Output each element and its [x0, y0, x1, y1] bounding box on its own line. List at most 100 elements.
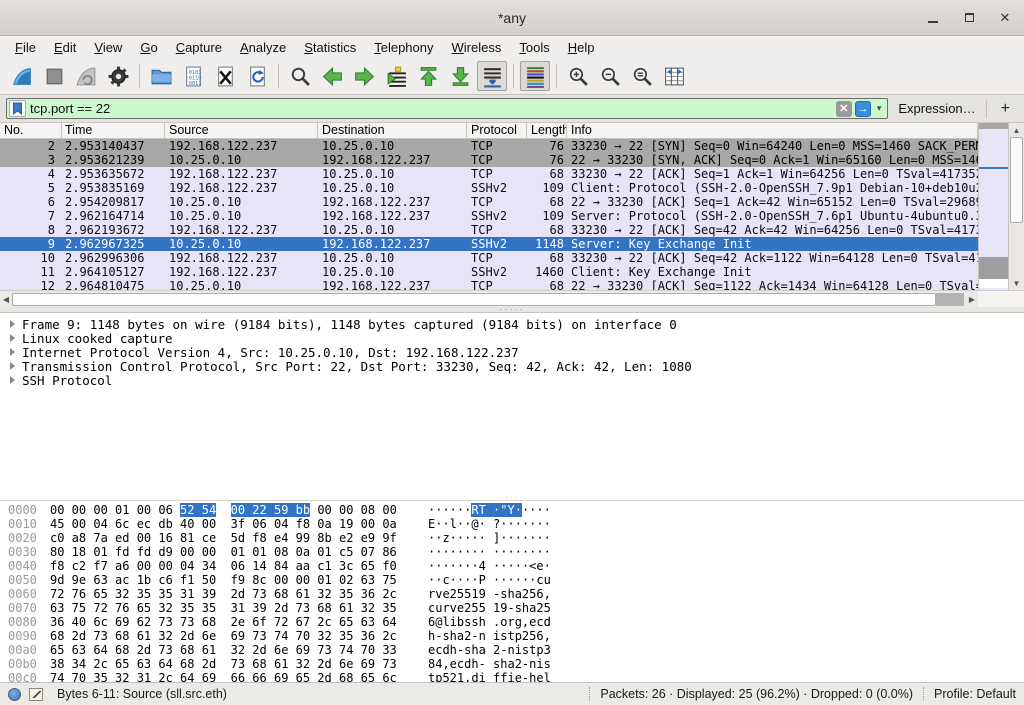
filter-dropdown-caret[interactable]: ▾: [877, 103, 882, 114]
colorize-button[interactable]: [520, 61, 550, 91]
start-capture-button[interactable]: [7, 61, 37, 91]
hex-row[interactable]: 003080 18 01 fd fd d9 00 00 01 01 08 0a …: [8, 545, 1024, 559]
menu-file[interactable]: File: [6, 38, 45, 57]
column-header-proto[interactable]: Protocol: [467, 123, 527, 138]
display-filter-input[interactable]: [30, 101, 833, 116]
packet-row[interactable]: 82.962193672192.168.122.23710.25.0.10TCP…: [0, 223, 978, 237]
column-header-info[interactable]: Info: [567, 123, 978, 138]
menu-edit[interactable]: Edit: [45, 38, 85, 57]
zoom-in-button[interactable]: [563, 61, 593, 91]
hex-row[interactable]: 00c074 70 35 32 31 2c 64 69 66 66 69 65 …: [8, 671, 1024, 682]
reload-file-icon: [246, 65, 269, 88]
filter-apply-button[interactable]: →: [855, 101, 871, 117]
profile-text[interactable]: Profile: Default: [934, 687, 1016, 701]
stop-capture-button[interactable]: [39, 61, 69, 91]
go-last-button[interactable]: [445, 61, 475, 91]
column-header-len[interactable]: Length: [527, 123, 567, 138]
menu-statistics[interactable]: Statistics: [295, 38, 365, 57]
close-button[interactable]: ✕: [994, 7, 1016, 29]
filter-clear-button[interactable]: ✕: [836, 101, 852, 117]
go-to-packet-button[interactable]: [381, 61, 411, 91]
packet-row[interactable]: 32.95362123910.25.0.10192.168.122.237TCP…: [0, 153, 978, 167]
menu-capture[interactable]: Capture: [167, 38, 231, 57]
hex-row[interactable]: 006072 76 65 32 35 35 31 39 2d 73 68 61 …: [8, 587, 1024, 601]
expression-button[interactable]: Expression…: [894, 101, 979, 116]
expand-triangle-icon[interactable]: [10, 362, 15, 370]
capture-comment-icon[interactable]: [29, 688, 43, 701]
detail-row[interactable]: SSH Protocol: [6, 373, 1024, 387]
detail-row[interactable]: Frame 9: 1148 bytes on wire (9184 bits),…: [6, 317, 1024, 331]
close-file-button[interactable]: [210, 61, 240, 91]
hex-row[interactable]: 00b038 34 2c 65 63 64 68 2d 73 68 61 32 …: [8, 657, 1024, 671]
expand-triangle-icon[interactable]: [10, 376, 15, 384]
packet-row[interactable]: 112.964105127192.168.122.23710.25.0.10SS…: [0, 265, 978, 279]
find-packet-button[interactable]: [285, 61, 315, 91]
horizontal-scrollbar[interactable]: ◀ ▶: [0, 290, 978, 307]
capture-options-button[interactable]: [103, 61, 133, 91]
filter-bookmark-button[interactable]: [9, 100, 26, 117]
menu-analyze[interactable]: Analyze: [231, 38, 295, 57]
minimize-button[interactable]: [922, 7, 944, 29]
column-header-src[interactable]: Source: [165, 123, 318, 138]
menu-telephony[interactable]: Telephony: [365, 38, 442, 57]
expand-triangle-icon[interactable]: [10, 348, 15, 356]
menu-tools[interactable]: Tools: [510, 38, 558, 57]
column-header-time[interactable]: Time: [62, 123, 165, 138]
restart-capture-button[interactable]: [71, 61, 101, 91]
auto-scroll-button[interactable]: [477, 61, 507, 91]
packet-row[interactable]: 92.96296732510.25.0.10192.168.122.237SSH…: [0, 237, 978, 251]
packet-row[interactable]: 122.96481047510.25.0.10192.168.122.237TC…: [0, 279, 978, 290]
packet-row[interactable]: 62.95420981710.25.0.10192.168.122.237TCP…: [0, 195, 978, 209]
expert-info-icon[interactable]: [8, 688, 21, 701]
scroll-right-arrow-icon[interactable]: ▶: [966, 291, 978, 307]
hex-row[interactable]: 009068 2d 73 68 61 32 2d 6e 69 73 74 70 …: [8, 629, 1024, 643]
detail-row[interactable]: Linux cooked capture: [6, 331, 1024, 345]
scroll-left-arrow-icon[interactable]: ◀: [0, 291, 12, 307]
menu-view[interactable]: View: [85, 38, 131, 57]
packet-row[interactable]: 42.953635672192.168.122.23710.25.0.10TCP…: [0, 167, 978, 181]
scroll-down-arrow-icon[interactable]: ▼: [1009, 276, 1024, 290]
column-header-dst[interactable]: Destination: [318, 123, 467, 138]
resize-columns-button[interactable]: [659, 61, 689, 91]
window-title: *any: [0, 10, 1024, 26]
menu-go[interactable]: Go: [131, 38, 166, 57]
vertical-scrollbar-thumb[interactable]: [1010, 137, 1023, 223]
detail-row[interactable]: Internet Protocol Version 4, Src: 10.25.…: [6, 345, 1024, 359]
vertical-scrollbar[interactable]: ▲ ▼: [1008, 123, 1024, 290]
column-header-no[interactable]: No.: [0, 123, 62, 138]
expand-triangle-icon[interactable]: [10, 320, 15, 328]
hex-row[interactable]: 0020c0 a8 7a ed 00 16 81 ce 5d f8 e4 99 …: [8, 531, 1024, 545]
hex-offset: 0090: [8, 629, 50, 643]
hex-row[interactable]: 001045 00 04 6c ec db 40 00 3f 06 04 f8 …: [8, 517, 1024, 531]
packet-list-minimap[interactable]: [978, 123, 1008, 290]
hex-row[interactable]: 000000 00 00 01 00 06 52 54 00 22 59 bb …: [8, 503, 1024, 517]
horizontal-scrollbar-thumb[interactable]: [12, 293, 936, 306]
open-file-button[interactable]: [146, 61, 176, 91]
detail-row[interactable]: Transmission Control Protocol, Src Port:…: [6, 359, 1024, 373]
packet-list-header[interactable]: No.TimeSourceDestinationProtocolLengthIn…: [0, 123, 978, 139]
save-file-button[interactable]: 010101100011: [178, 61, 208, 91]
title-bar[interactable]: *any ✕: [0, 0, 1024, 36]
maximize-button[interactable]: [958, 7, 980, 29]
packet-row[interactable]: 52.953835169192.168.122.23710.25.0.10SSH…: [0, 181, 978, 195]
packet-row[interactable]: 102.962996306192.168.122.23710.25.0.10TC…: [0, 251, 978, 265]
menu-help[interactable]: Help: [559, 38, 604, 57]
expand-triangle-icon[interactable]: [10, 334, 15, 342]
packet-row[interactable]: 22.953140437192.168.122.23710.25.0.10TCP…: [0, 139, 978, 153]
add-filter-button[interactable]: +: [993, 100, 1018, 118]
hex-row[interactable]: 008036 40 6c 69 62 73 73 68 2e 6f 72 67 …: [8, 615, 1024, 629]
menu-wireless[interactable]: Wireless: [443, 38, 511, 57]
hex-row[interactable]: 00a065 63 64 68 2d 73 68 61 32 2d 6e 69 …: [8, 643, 1024, 657]
zoom-normal-button[interactable]: [627, 61, 657, 91]
hex-row[interactable]: 0040f8 c2 f7 a6 00 00 04 34 06 14 84 aa …: [8, 559, 1024, 573]
go-forward-button[interactable]: [349, 61, 379, 91]
go-back-button[interactable]: [317, 61, 347, 91]
hex-row[interactable]: 007063 75 72 76 65 32 35 35 31 39 2d 73 …: [8, 601, 1024, 615]
scroll-up-arrow-icon[interactable]: ▲: [1009, 123, 1024, 137]
reload-file-button[interactable]: [242, 61, 272, 91]
display-filter-field[interactable]: ✕ → ▾: [6, 98, 888, 119]
go-first-button[interactable]: [413, 61, 443, 91]
packet-row[interactable]: 72.96216471410.25.0.10192.168.122.237SSH…: [0, 209, 978, 223]
hex-row[interactable]: 00509d 9e 63 ac 1b c6 f1 50 f9 8c 00 00 …: [8, 573, 1024, 587]
zoom-out-button[interactable]: [595, 61, 625, 91]
